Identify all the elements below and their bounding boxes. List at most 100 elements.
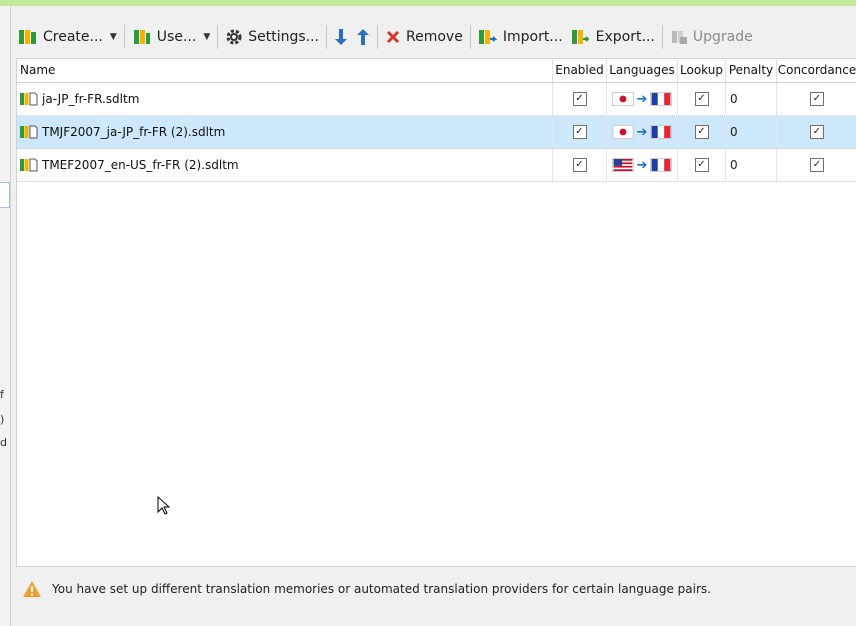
- tm-use-icon: [133, 30, 150, 44]
- import-label: Import...: [502, 29, 563, 45]
- fr-flag-icon: [650, 125, 673, 139]
- arrow-down-icon: [335, 29, 348, 45]
- left-navigation-pane: f ) d: [0, 6, 11, 626]
- tm-name: TMEF2007_en-US_fr-FR (2).sdltm: [42, 158, 239, 172]
- lookup-checkbox[interactable]: ✓: [694, 158, 709, 172]
- tm-name: TMJF2007_ja-JP_fr-FR (2).sdltm: [42, 125, 226, 139]
- column-header-concordance[interactable]: Concordance: [776, 59, 856, 82]
- enabled-cell: ✓: [552, 83, 606, 115]
- us-flag-icon: [611, 158, 634, 172]
- lookup-checkbox[interactable]: ✓: [694, 125, 709, 139]
- tm-name: ja-JP_fr-FR.sdltm: [42, 92, 140, 106]
- column-header-enabled[interactable]: Enabled: [552, 59, 606, 82]
- status-bar: You have set up different translation me…: [16, 572, 856, 606]
- arrow-up-icon: [357, 29, 370, 45]
- lookup-cell: ✓: [677, 83, 725, 115]
- arrow-right-icon: ➔: [636, 157, 648, 173]
- tm-export-icon: [571, 30, 590, 44]
- left-pane-text-fragment: ): [0, 413, 5, 426]
- toolbar-separator: [469, 25, 471, 49]
- left-pane-text-fragment: f: [0, 388, 4, 401]
- settings-label: Settings...: [248, 29, 320, 45]
- arrow-right-icon: ➔: [636, 124, 648, 140]
- lookup-cell: ✓: [677, 149, 725, 181]
- languages-cell: ➔: [606, 83, 677, 115]
- penalty-cell[interactable]: 0: [725, 116, 776, 148]
- lookup-checkbox[interactable]: ✓: [694, 92, 709, 106]
- tm-file-icon: [20, 158, 38, 172]
- table-row[interactable]: ja-JP_fr-FR.sdltm ✓ ➔ ✓ 0 ✓: [17, 83, 856, 116]
- create-label: Create...: [43, 29, 103, 45]
- fr-flag-icon: [650, 92, 673, 106]
- remove-x-icon: [387, 31, 400, 43]
- fr-flag-icon: [650, 158, 673, 172]
- upgrade-button[interactable]: Upgrade: [666, 24, 757, 50]
- left-pane-tab[interactable]: [0, 182, 10, 208]
- concordance-cell: ✓: [776, 116, 856, 148]
- languages-cell: ➔: [606, 149, 677, 181]
- penalty-value: 0: [730, 158, 738, 172]
- toolbar-separator: [123, 25, 125, 49]
- penalty-cell[interactable]: 0: [725, 149, 776, 181]
- concordance-cell: ✓: [776, 83, 856, 115]
- import-button[interactable]: Import...: [474, 24, 567, 50]
- enabled-checkbox[interactable]: ✓: [572, 125, 587, 139]
- upgrade-label: Upgrade: [692, 29, 753, 45]
- toolbar-separator: [326, 25, 328, 49]
- settings-button[interactable]: Settings...: [221, 24, 323, 50]
- enabled-cell: ✓: [552, 116, 606, 148]
- tm-create-icon: [19, 30, 36, 44]
- enabled-checkbox[interactable]: ✓: [572, 158, 587, 172]
- create-button[interactable]: Create... ▼: [14, 24, 121, 50]
- tm-upgrade-icon: [671, 31, 687, 44]
- toolbar-separator: [217, 25, 219, 49]
- export-button[interactable]: Export...: [567, 24, 659, 50]
- tm-name-cell: TMJF2007_ja-JP_fr-FR (2).sdltm: [17, 116, 552, 148]
- warning-icon: [23, 581, 41, 597]
- languages-cell: ➔: [606, 116, 677, 148]
- move-up-button[interactable]: [352, 24, 374, 50]
- concordance-checkbox[interactable]: ✓: [810, 158, 824, 172]
- table-row[interactable]: TMJF2007_ja-JP_fr-FR (2).sdltm ✓ ➔ ✓ 0 ✓: [17, 116, 856, 149]
- enabled-cell: ✓: [552, 149, 606, 181]
- use-button[interactable]: Use... ▼: [128, 24, 214, 50]
- penalty-value: 0: [730, 125, 738, 139]
- column-header-name[interactable]: Name: [17, 59, 552, 82]
- toolbar-separator: [377, 25, 379, 49]
- arrow-right-icon: ➔: [636, 91, 648, 107]
- gear-icon: [226, 29, 242, 45]
- status-message: You have set up different translation me…: [52, 582, 711, 596]
- remove-button[interactable]: Remove: [381, 24, 467, 50]
- tm-import-icon: [478, 30, 498, 44]
- use-label: Use...: [156, 29, 197, 45]
- left-pane-text-fragment: d: [0, 436, 7, 449]
- tm-file-icon: [20, 125, 38, 139]
- tm-name-cell: TMEF2007_en-US_fr-FR (2).sdltm: [17, 149, 552, 181]
- enabled-checkbox[interactable]: ✓: [572, 92, 587, 106]
- concordance-checkbox[interactable]: ✓: [810, 125, 824, 139]
- chevron-down-icon[interactable]: ▼: [203, 32, 210, 42]
- mouse-cursor-icon: [157, 496, 171, 515]
- tm-file-icon: [20, 92, 38, 106]
- penalty-cell[interactable]: 0: [725, 83, 776, 115]
- tm-name-cell: ja-JP_fr-FR.sdltm: [17, 83, 552, 115]
- jp-flag-icon: [611, 125, 634, 139]
- grid-header: Name Enabled Languages Lookup Penalty Co…: [17, 59, 856, 83]
- chevron-down-icon[interactable]: ▼: [110, 32, 117, 42]
- jp-flag-icon: [611, 92, 634, 106]
- translation-memories-grid: Name Enabled Languages Lookup Penalty Co…: [16, 58, 856, 567]
- tm-toolbar: Create... ▼ Use... ▼ Settings... Remove: [14, 22, 856, 52]
- lookup-cell: ✓: [677, 116, 725, 148]
- top-accent-strip: [0, 0, 856, 6]
- concordance-cell: ✓: [776, 149, 856, 181]
- toolbar-separator: [661, 25, 663, 49]
- move-down-button[interactable]: [330, 24, 352, 50]
- remove-label: Remove: [406, 29, 463, 45]
- concordance-checkbox[interactable]: ✓: [810, 92, 824, 106]
- column-header-penalty[interactable]: Penalty: [725, 59, 776, 82]
- table-row[interactable]: TMEF2007_en-US_fr-FR (2).sdltm ✓ ➔ ✓ 0 ✓: [17, 149, 856, 182]
- export-label: Export...: [595, 29, 655, 45]
- column-header-lookup[interactable]: Lookup: [677, 59, 725, 82]
- column-header-languages[interactable]: Languages: [606, 59, 677, 82]
- penalty-value: 0: [730, 92, 738, 106]
